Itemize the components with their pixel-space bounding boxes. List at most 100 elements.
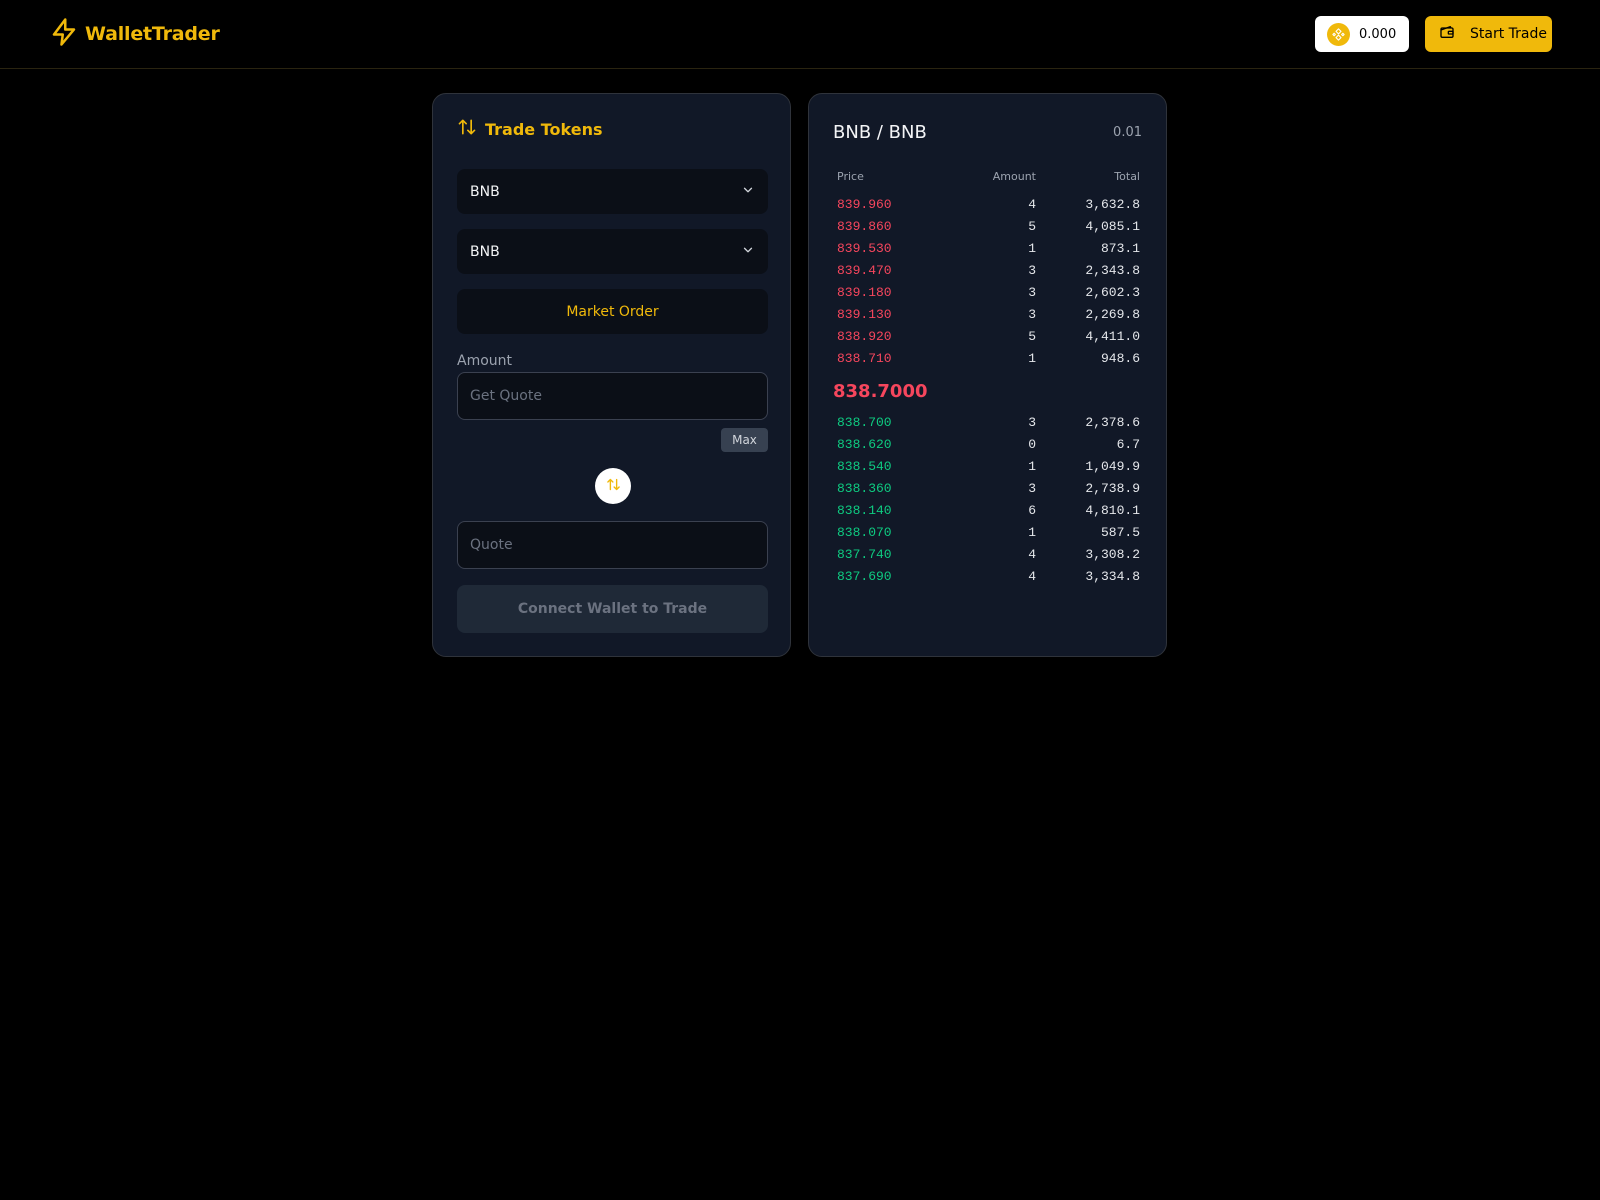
- bid-list: 838.700 3 2,378.6 838.620 0 6.7 838.540 1 1,049.…: [837, 412, 1140, 588]
- ask-price: 839.860: [837, 219, 892, 234]
- ask-price: 839.130: [837, 307, 892, 322]
- bid-total: 6.7: [1116, 437, 1140, 452]
- bid-amount: 3: [1028, 481, 1036, 496]
- to-token-value: BNB: [470, 243, 500, 260]
- to-token-select[interactable]: BNB: [457, 229, 768, 274]
- start-trade-button[interactable]: Start Trade: [1425, 16, 1552, 52]
- ask-total: 2,602.3: [1085, 285, 1140, 300]
- swap-vertical-icon: [606, 477, 621, 496]
- swap-vertical-icon: [457, 117, 477, 141]
- trading-pair: BNB / BNB: [833, 122, 927, 143]
- ask-row[interactable]: 839.860 5 4,085.1: [837, 216, 1140, 238]
- orderbook-header: Price Amount Total: [837, 170, 1140, 186]
- bid-price: 838.540: [837, 459, 892, 474]
- ask-total: 4,085.1: [1085, 219, 1140, 234]
- quote-input[interactable]: [457, 521, 768, 569]
- wallet-icon: [1439, 24, 1455, 44]
- chevron-down-icon: [741, 242, 755, 261]
- bid-amount: 1: [1028, 459, 1036, 474]
- bid-price: 837.740: [837, 547, 892, 562]
- chevron-down-icon: [741, 182, 755, 201]
- bid-total: 3,334.8: [1085, 569, 1140, 584]
- bid-total: 587.5: [1100, 525, 1140, 540]
- ask-row[interactable]: 838.710 1 948.6: [837, 348, 1140, 370]
- ask-price: 838.920: [837, 329, 892, 344]
- ask-row[interactable]: 839.960 4 3,632.8: [837, 194, 1140, 216]
- ask-row[interactable]: 839.180 3 2,602.3: [837, 282, 1140, 304]
- bnb-coin-icon: [1327, 22, 1350, 46]
- bid-row[interactable]: 837.690 4 3,334.8: [837, 566, 1140, 588]
- ask-amount: 3: [1028, 307, 1036, 322]
- bid-total: 1,049.9: [1085, 459, 1140, 474]
- bid-price: 837.690: [837, 569, 892, 584]
- brand-name: WalletTrader: [85, 23, 220, 45]
- bid-row[interactable]: 838.620 0 6.7: [837, 434, 1140, 456]
- bid-row[interactable]: 838.540 1 1,049.9: [837, 456, 1140, 478]
- ask-amount: 1: [1028, 241, 1036, 256]
- ask-row[interactable]: 838.920 5 4,411.0: [837, 326, 1140, 348]
- ask-amount: 5: [1028, 219, 1036, 234]
- tick-size-selector[interactable]: 0.01: [1113, 125, 1142, 140]
- bid-total: 3,308.2: [1085, 547, 1140, 562]
- bid-price: 838.620: [837, 437, 892, 452]
- bid-amount: 0: [1028, 437, 1036, 452]
- ask-amount: 3: [1028, 285, 1036, 300]
- bid-amount: 6: [1028, 503, 1036, 518]
- bid-amount: 4: [1028, 569, 1036, 584]
- bid-row[interactable]: 838.070 1 587.5: [837, 522, 1140, 544]
- brand-logo[interactable]: WalletTrader: [49, 18, 220, 50]
- ask-price: 839.960: [837, 197, 892, 212]
- bid-amount: 4: [1028, 547, 1036, 562]
- bid-price: 838.140: [837, 503, 892, 518]
- wallet-balance[interactable]: 0.000: [1315, 16, 1409, 52]
- bid-price: 838.360: [837, 481, 892, 496]
- lightning-icon: [49, 17, 79, 51]
- bid-row[interactable]: 838.700 3 2,378.6: [837, 412, 1140, 434]
- from-token-select[interactable]: BNB: [457, 169, 768, 214]
- total-column-header: Total: [1114, 170, 1140, 183]
- bid-amount: 3: [1028, 415, 1036, 430]
- bid-total: 2,378.6: [1085, 415, 1140, 430]
- trade-panel: Trade Tokens BNB BNB Market Order Amount…: [432, 93, 791, 657]
- order-type-toggle[interactable]: Market Order: [457, 289, 768, 334]
- bid-total: 2,738.9: [1085, 481, 1140, 496]
- ask-price: 839.530: [837, 241, 892, 256]
- ask-amount: 1: [1028, 351, 1036, 366]
- amount-input[interactable]: [457, 372, 768, 420]
- ask-row[interactable]: 839.470 3 2,343.8: [837, 260, 1140, 282]
- ask-total: 873.1: [1100, 241, 1140, 256]
- amount-column-header: Amount: [992, 170, 1036, 183]
- ask-row[interactable]: 839.130 3 2,269.8: [837, 304, 1140, 326]
- ask-amount: 5: [1028, 329, 1036, 344]
- start-trade-label: Start Trade: [1470, 26, 1547, 42]
- balance-value: 0.000: [1359, 26, 1397, 42]
- ask-amount: 4: [1028, 197, 1036, 212]
- ask-total: 948.6: [1100, 351, 1140, 366]
- connect-wallet-button[interactable]: Connect Wallet to Trade: [457, 585, 768, 633]
- bid-price: 838.700: [837, 415, 892, 430]
- ask-total: 3,632.8: [1085, 197, 1140, 212]
- orderbook-panel: BNB / BNB 0.01 Price Amount Total 839.96…: [808, 93, 1167, 657]
- bid-amount: 1: [1028, 525, 1036, 540]
- price-column-header: Price: [837, 170, 864, 183]
- bid-price: 838.070: [837, 525, 892, 540]
- bid-row[interactable]: 837.740 4 3,308.2: [837, 544, 1140, 566]
- swap-direction-button[interactable]: [595, 468, 631, 504]
- amount-label: Amount: [457, 353, 513, 369]
- top-navbar: WalletTrader 0.000 Start Trade: [0, 0, 1600, 69]
- ask-price: 839.180: [837, 285, 892, 300]
- ask-row[interactable]: 839.530 1 873.1: [837, 238, 1140, 260]
- bid-row[interactable]: 838.140 6 4,810.1: [837, 500, 1140, 522]
- ask-price: 839.470: [837, 263, 892, 278]
- max-button[interactable]: Max: [721, 428, 768, 452]
- ask-total: 4,411.0: [1085, 329, 1140, 344]
- from-token-value: BNB: [470, 183, 500, 200]
- ask-list: 839.960 4 3,632.8 839.860 5 4,085.1 839.530 1 87…: [837, 194, 1140, 370]
- ask-price: 838.710: [837, 351, 892, 366]
- ask-amount: 3: [1028, 263, 1036, 278]
- ask-total: 2,269.8: [1085, 307, 1140, 322]
- bid-row[interactable]: 838.360 3 2,738.9: [837, 478, 1140, 500]
- trade-title-label: Trade Tokens: [485, 119, 603, 139]
- bid-total: 4,810.1: [1085, 503, 1140, 518]
- ask-total: 2,343.8: [1085, 263, 1140, 278]
